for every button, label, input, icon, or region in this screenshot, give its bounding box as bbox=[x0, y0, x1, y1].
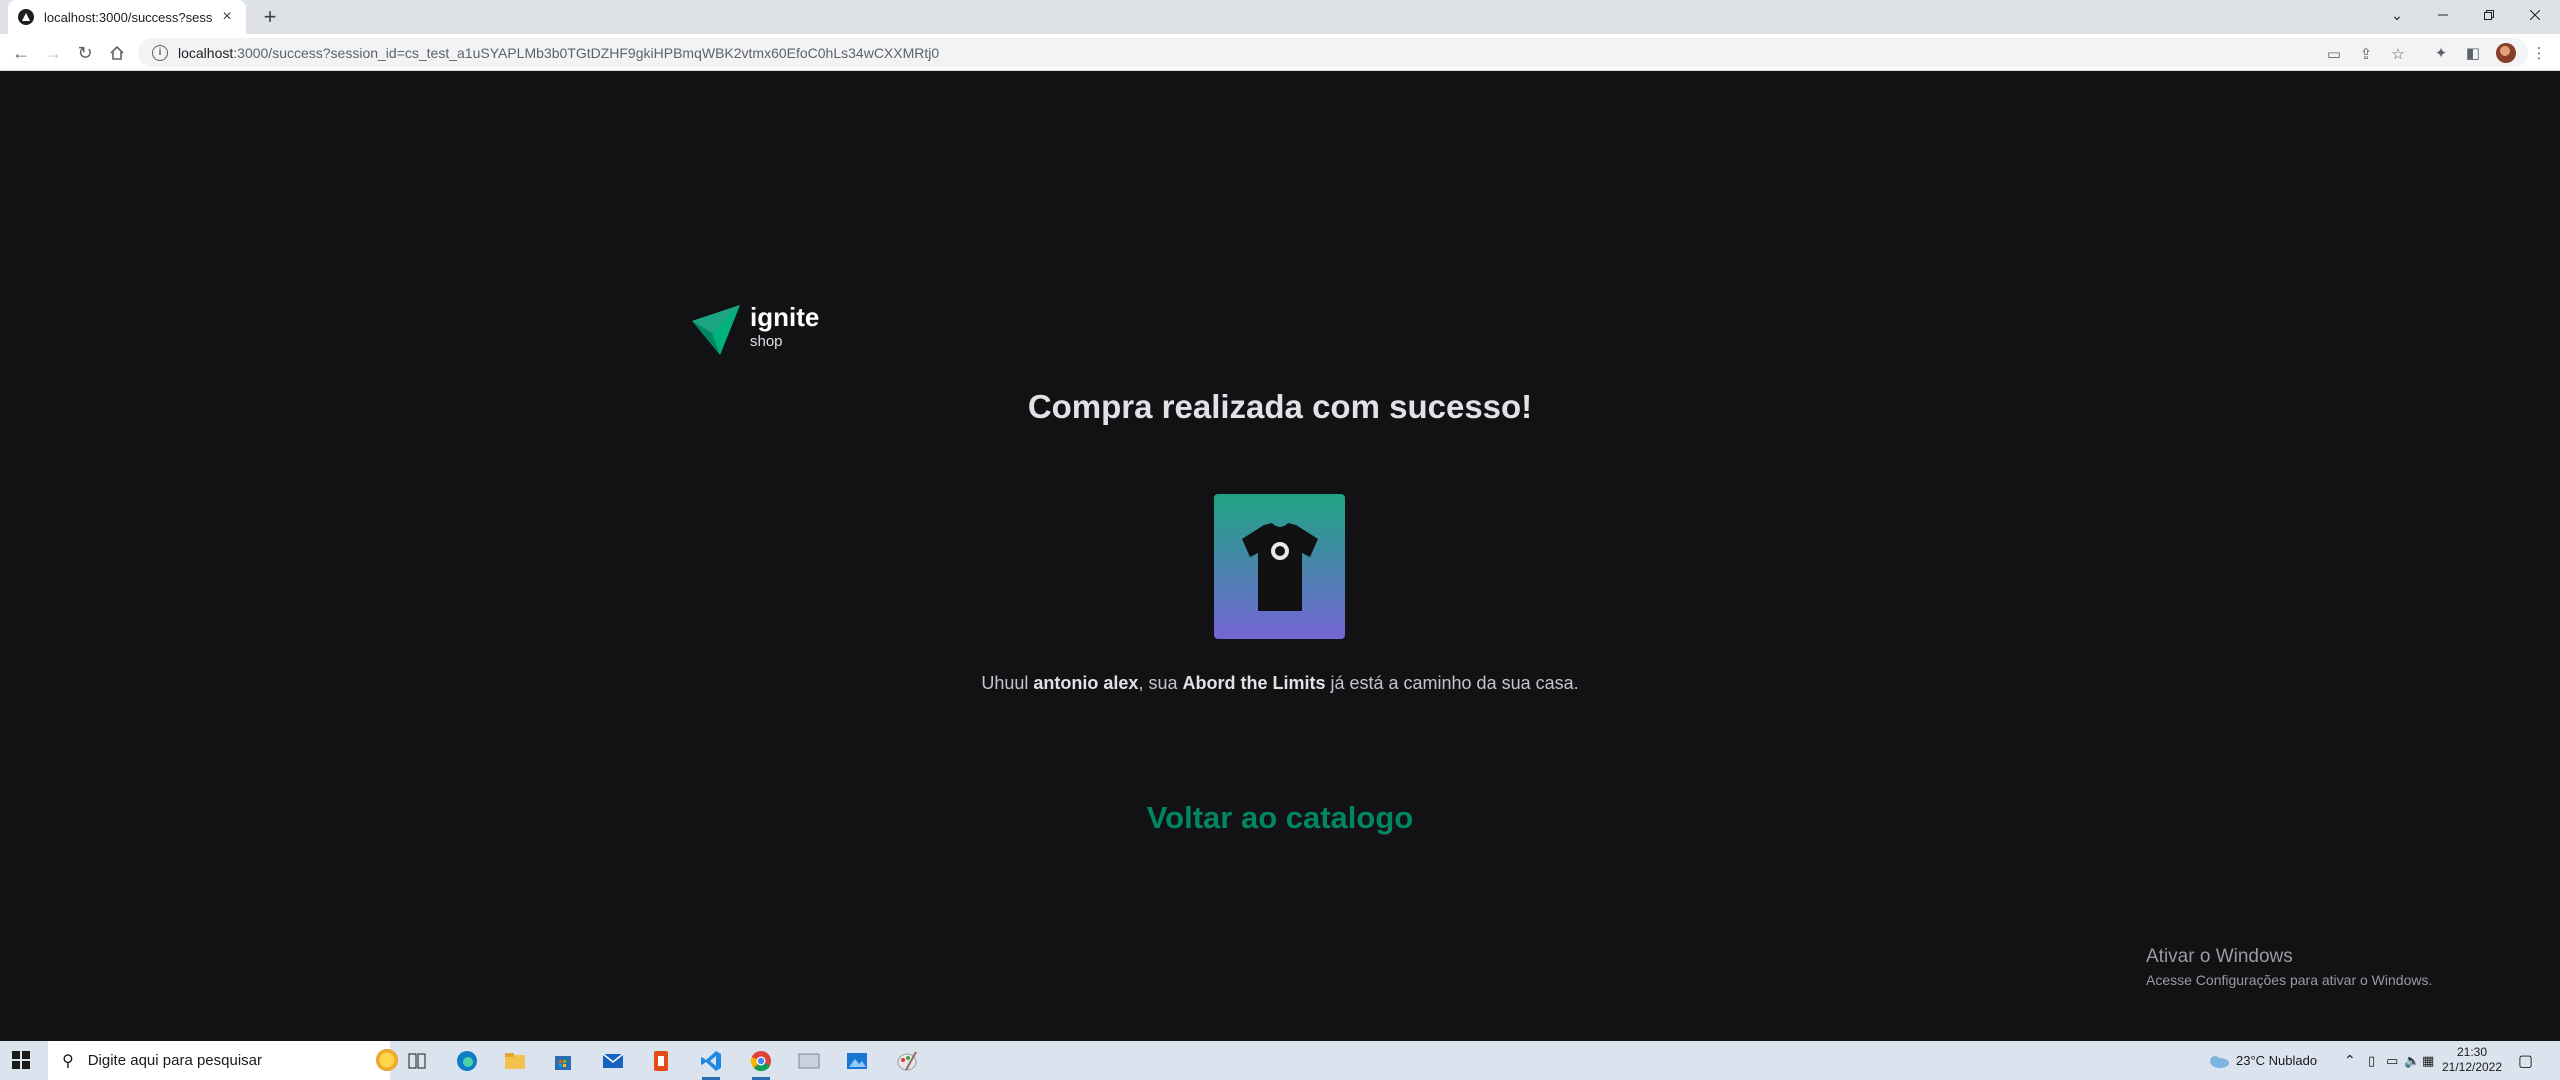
snipping-tool-icon[interactable] bbox=[794, 1046, 824, 1076]
back-arrow-icon[interactable]: ← bbox=[8, 40, 34, 66]
triangle-favicon-icon bbox=[18, 9, 34, 25]
clock-time: 21:30 bbox=[2456, 1045, 2488, 1059]
home-icon[interactable] bbox=[104, 40, 130, 66]
profile-avatar[interactable] bbox=[2496, 43, 2516, 63]
language-icon[interactable]: ▦ bbox=[2422, 1041, 2434, 1080]
edge-browser-icon[interactable] bbox=[452, 1046, 482, 1076]
share-icon[interactable]: ⇪ bbox=[2356, 44, 2376, 64]
browser-toolbar: ← → ↻ i localhost:3000/success?session_i… bbox=[0, 34, 2560, 71]
windows-activation-watermark: Ativar o Windows Acesse Configurações pa… bbox=[2146, 946, 2432, 988]
paint-icon[interactable] bbox=[892, 1046, 922, 1076]
battery-icon[interactable]: ▯ bbox=[2368, 1041, 2375, 1080]
notification-icon[interactable]: ▢ bbox=[2518, 1041, 2533, 1080]
taskbar-search-box[interactable]: ⚲ Digite aqui para pesquisar bbox=[48, 1041, 400, 1080]
logo-subtitle: shop bbox=[750, 333, 783, 350]
customer-name: antonio alex bbox=[1033, 673, 1139, 693]
message-suffix: já está a caminho da sua casa. bbox=[1325, 673, 1579, 693]
chrome-icon[interactable] bbox=[746, 1046, 776, 1080]
logo-title: ignite bbox=[750, 302, 820, 332]
reader-mode-icon[interactable]: ▭ bbox=[2324, 44, 2344, 64]
new-tab-icon[interactable]: + bbox=[258, 4, 282, 29]
close-window-icon[interactable] bbox=[2512, 0, 2558, 30]
success-headline: Compra realizada com sucesso! bbox=[1027, 388, 1533, 425]
side-panel-icon[interactable]: ◧ bbox=[2462, 42, 2484, 64]
cloud-icon bbox=[2210, 1055, 2229, 1068]
watermark-subtitle: Acesse Configurações para ativar o Windo… bbox=[2146, 972, 2433, 988]
product-name: Abord the Limits bbox=[1182, 673, 1326, 693]
mail-icon[interactable] bbox=[598, 1046, 628, 1076]
volume-icon[interactable]: 🔈 bbox=[2404, 1041, 2420, 1080]
bookmark-star-icon[interactable]: ☆ bbox=[2388, 44, 2408, 64]
more-menu-icon[interactable]: ⋮ bbox=[2528, 42, 2550, 64]
ignite-logo-icon bbox=[692, 305, 740, 355]
close-tab-icon[interactable]: × bbox=[218, 8, 236, 26]
product-image bbox=[1214, 494, 1345, 639]
tshirt-icon bbox=[1241, 522, 1318, 611]
search-icon: ⚲ bbox=[62, 1052, 74, 1070]
message-greeting: Uhuul bbox=[981, 673, 1034, 693]
success-message: Uhuul antonio alex, sua Abord the Limits… bbox=[980, 670, 1580, 696]
search-placeholder: Digite aqui para pesquisar bbox=[87, 1052, 262, 1069]
network-icon[interactable]: ▭ bbox=[2386, 1041, 2398, 1080]
message-middle: , sua bbox=[1138, 673, 1183, 693]
tab-title: localhost:3000/success?session_id=cs_tes… bbox=[44, 9, 212, 25]
vscode-icon[interactable] bbox=[696, 1046, 726, 1080]
watermark-title: Ativar o Windows bbox=[2146, 946, 2293, 967]
windows-start-icon[interactable] bbox=[12, 1051, 30, 1069]
forward-arrow-icon[interactable]: → bbox=[40, 40, 66, 66]
show-hidden-icons-chevron-icon[interactable]: ⌃ bbox=[2344, 1041, 2356, 1080]
browser-tab[interactable]: localhost:3000/success?session_id=cs_tes… bbox=[8, 0, 246, 34]
office-icon[interactable] bbox=[646, 1046, 676, 1076]
search-highlight-icon bbox=[374, 1047, 400, 1073]
microsoft-store-icon[interactable] bbox=[548, 1046, 578, 1076]
windows-taskbar: ⚲ Digite aqui para pesquisar 23°C Nublad… bbox=[0, 1041, 2560, 1080]
clock-date: 21/12/2022 bbox=[2441, 1060, 2503, 1074]
file-explorer-icon[interactable] bbox=[500, 1046, 530, 1076]
url-path: :3000/success?session_id=cs_test_a1uSYAP… bbox=[233, 44, 940, 61]
tab-search-chevron-icon[interactable]: ⌄ bbox=[2374, 0, 2420, 30]
restore-icon[interactable] bbox=[2466, 0, 2512, 30]
back-to-catalog-label: Voltar ao catalogo bbox=[1146, 800, 1414, 835]
task-view-icon[interactable] bbox=[402, 1046, 432, 1076]
url-host: localhost bbox=[178, 44, 234, 61]
site-info-icon[interactable]: i bbox=[152, 44, 168, 61]
weather-text: 23°C Nublado bbox=[2236, 1053, 2318, 1068]
weather-widget[interactable]: 23°C Nublado bbox=[2206, 1041, 2317, 1080]
back-to-catalog-link[interactable]: Voltar ao catalogo bbox=[0, 800, 2560, 836]
reload-icon[interactable]: ↻ bbox=[72, 40, 98, 66]
extensions-puzzle-icon[interactable]: ✦ bbox=[2430, 42, 2452, 64]
address-bar[interactable]: i localhost:3000/success?session_id=cs_t… bbox=[138, 38, 2528, 67]
photos-icon[interactable] bbox=[842, 1046, 872, 1076]
taskbar-clock[interactable]: 21:30 21/12/2022 bbox=[2440, 1045, 2504, 1075]
ignite-shop-logo[interactable]: ignite shop bbox=[690, 303, 819, 355]
browser-tab-bar: localhost:3000/success?session_id=cs_tes… bbox=[0, 0, 2560, 34]
minimize-icon[interactable] bbox=[2420, 0, 2466, 30]
